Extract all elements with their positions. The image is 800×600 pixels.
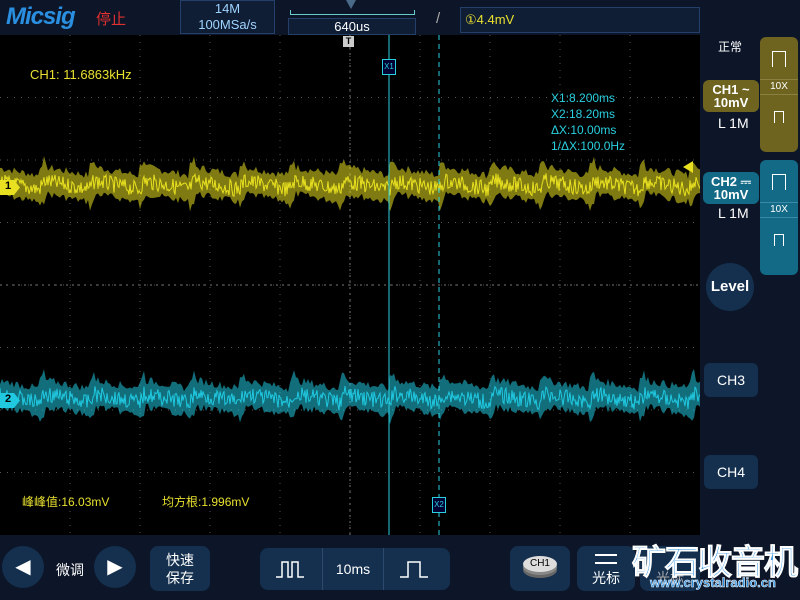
memory-depth: 14M	[214, 1, 241, 16]
timebase-offset[interactable]: 640us	[288, 18, 416, 35]
timebase-increase-icon[interactable]	[400, 560, 430, 578]
arrow-left-icon: ◀	[15, 556, 31, 578]
pulse-narrow-icon	[774, 111, 784, 123]
cursor-icon	[595, 554, 617, 564]
bottom-bar: ◀ 微调 ▶ 快速 保存 10ms CH1 光标 光标 矿石收音机 www.cr…	[0, 535, 800, 600]
cursor-x2-value: X2:18.20ms	[551, 107, 616, 121]
trigger-slope-icon[interactable]: /	[436, 10, 440, 27]
fine-adjust-label: 微调	[56, 562, 84, 578]
acquisition-mode[interactable]: 正常	[718, 38, 742, 55]
watermark-url: www.crystalradio.cn	[650, 575, 776, 591]
trigger-position-icon	[346, 0, 356, 9]
trigger-level[interactable]: ①4.4mV	[460, 7, 700, 33]
cursor-frequency: 1/ΔX:100.0Hz	[551, 139, 626, 153]
ch3-button[interactable]: CH3	[704, 363, 758, 397]
ch4-button[interactable]: CH4	[704, 455, 758, 489]
quick-save-label-2: 保存	[166, 570, 194, 586]
fine-left-button[interactable]: ◀	[2, 546, 44, 588]
right-panel: 正常 CH1 ~ 10mV L 1M 10X CH2 ⎓ 10mV L 1M 1…	[700, 35, 800, 535]
pulse-wide-icon	[772, 51, 786, 67]
pulse-narrow-icon	[774, 234, 784, 246]
timebase-decrease-icon[interactable]	[276, 560, 306, 578]
measure-rms: 均方根:1.996mV	[162, 495, 250, 509]
measure-pkpk: 峰峰值:16.03mV	[22, 495, 110, 509]
sample-rate: 100MSa/s	[198, 17, 257, 32]
level-knob[interactable]: Level	[706, 263, 754, 311]
cursor-delta: ΔX:10.00ms	[551, 123, 617, 137]
ch2-button[interactable]: CH2 ⎓ 10mV	[703, 172, 759, 204]
ch2-coupling: L 1M	[718, 205, 749, 221]
ch2-probe: 10X	[760, 202, 798, 218]
cursor-x1-tag[interactable]: X1	[382, 59, 396, 75]
cursor-label: 光标	[592, 570, 620, 586]
acquisition-info[interactable]: 14M 100MSa/s	[180, 0, 275, 34]
cursor-x2-tag[interactable]: X2	[432, 497, 446, 513]
ch2-probe-panel[interactable]: 10X	[760, 160, 798, 275]
frequency-readout: CH1: 11.6863kHz	[30, 67, 132, 82]
logo: Micsig	[6, 3, 76, 30]
ch1-probe: 10X	[760, 79, 798, 95]
ch1-button[interactable]: CH1 ~ 10mV	[703, 80, 759, 112]
trigger-marker[interactable]: T	[343, 36, 354, 47]
cursor-x1-value: X1:8.200ms	[551, 91, 616, 105]
quick-save-button[interactable]: 快速 保存	[150, 546, 210, 591]
fine-right-button[interactable]: ▶	[94, 546, 136, 588]
waveform-display[interactable]: CH1: 11.6863kHz X1:8.200ms X2:18.20ms ΔX…	[0, 35, 700, 535]
timebase-value: 10ms	[322, 548, 384, 590]
pulse-wide-icon	[772, 174, 786, 190]
channel-stack-icon: CH1	[523, 556, 557, 572]
ch1-probe-panel[interactable]: 10X	[760, 37, 798, 152]
top-bar: Micsig 停止 14M 100MSa/s 640us / ①4.4mV	[0, 0, 800, 35]
ch1-coupling: L 1M	[718, 115, 749, 131]
timebase-position-bar[interactable]	[290, 10, 415, 15]
ch1-scale: 10mV	[713, 95, 749, 110]
quick-save-label-1: 快速	[166, 552, 194, 568]
timebase-control[interactable]: 10ms	[260, 548, 450, 590]
channel-select-button[interactable]: CH1	[510, 546, 570, 591]
trigger-level-marker[interactable]	[683, 161, 693, 173]
run-status[interactable]: 停止	[96, 8, 126, 29]
ch2-scale: 10mV	[713, 187, 749, 202]
cursor-readout: X1:8.200ms X2:18.20ms ΔX:10.00ms 1/ΔX:10…	[551, 90, 625, 154]
arrow-right-icon: ▶	[107, 556, 123, 578]
cursor-button[interactable]: 光标	[577, 546, 635, 591]
